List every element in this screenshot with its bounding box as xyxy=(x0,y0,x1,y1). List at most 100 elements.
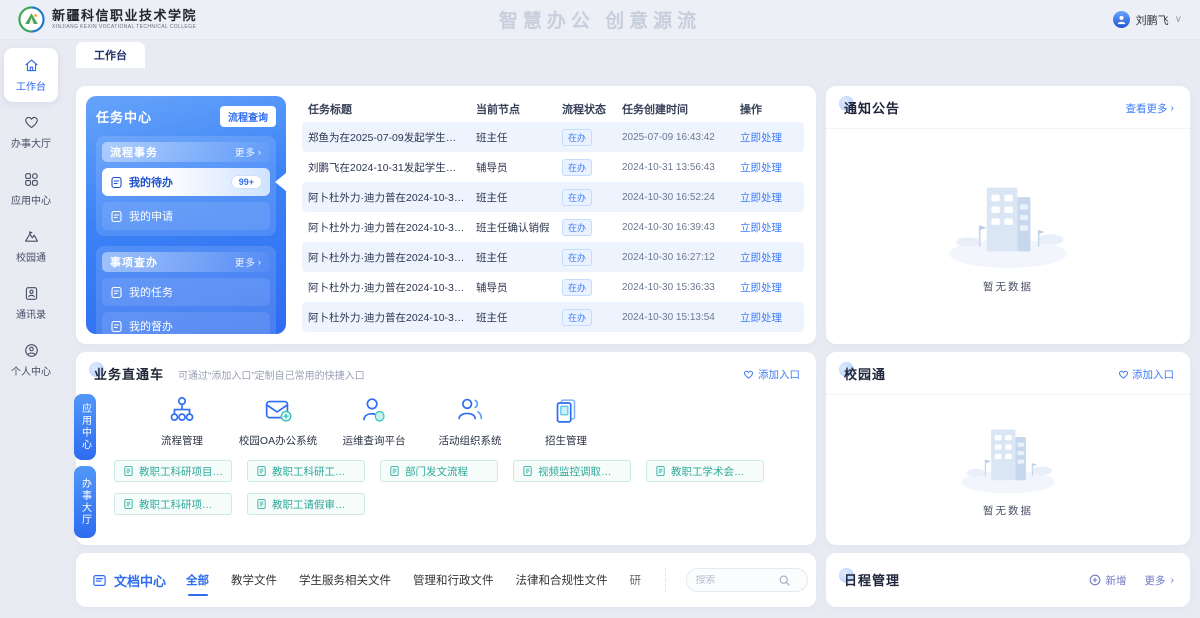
handle-now-link[interactable]: 立即处理 xyxy=(740,160,798,175)
doc-tab-admin[interactable]: 管理和行政文件 xyxy=(413,572,494,588)
handle-now-link[interactable]: 立即处理 xyxy=(740,220,798,235)
table-row[interactable]: 阿卜杜外力·迪力普在2024-10-30发起学生请假审批 班主任 在办 2024… xyxy=(302,302,804,332)
my-todo-item[interactable]: 我的待办 99+ xyxy=(102,168,270,196)
doc-tab-teaching[interactable]: 教学文件 xyxy=(231,572,277,588)
person-circle-icon xyxy=(23,342,40,359)
table-row[interactable]: 阿卜杜外力·迪力普在2024-10-30发起学生请假审批 班主任 在办 2024… xyxy=(302,182,804,212)
campus-icon xyxy=(23,228,40,245)
school-name: 新疆科信职业技术学院 xyxy=(52,9,197,22)
handle-now-link[interactable]: 立即处理 xyxy=(740,190,798,205)
my-tasks-item[interactable]: 我的任务 xyxy=(102,278,270,306)
doc-icon xyxy=(123,498,134,510)
section-title: 流程事务 xyxy=(110,144,158,160)
add-entry-link[interactable]: 添加入口 xyxy=(743,367,800,382)
person-query-icon xyxy=(356,394,392,428)
tab-workbench[interactable]: 工作台 xyxy=(76,42,145,68)
empty-building-illustration xyxy=(924,157,1092,275)
heart-badge-icon xyxy=(23,114,40,131)
user-name: 刘鹏飞 xyxy=(1136,12,1169,28)
my-applications-item[interactable]: 我的申请 xyxy=(102,202,270,230)
quick-link[interactable]: 教职工科研工… xyxy=(247,460,365,482)
app-campus-oa[interactable]: 校园OA办公系统 xyxy=(230,394,326,448)
sidebar-item-workbench[interactable]: 工作台 xyxy=(4,48,58,102)
sidebar-item-app-center[interactable]: 应用中心 xyxy=(4,162,58,216)
doc-tab-research-truncated[interactable]: 研 xyxy=(630,572,645,588)
empty-text: 暂无数据 xyxy=(983,279,1033,294)
quick-link[interactable]: 教职工科研项… xyxy=(114,493,232,515)
sidebar-item-contacts[interactable]: 通讯录 xyxy=(4,276,58,330)
task-list-icon xyxy=(110,286,123,299)
ribbon-app-center[interactable]: 应用中心 xyxy=(74,394,96,460)
search-icon[interactable] xyxy=(778,574,791,587)
user-menu[interactable]: 刘鹏飞 ∨ xyxy=(1113,11,1182,28)
process-transactions-section: 流程事务 更多› 我的待办 99+ 我的申请 xyxy=(96,136,276,236)
my-supervision-item[interactable]: 我的督办 xyxy=(102,312,270,340)
schedule-more-link[interactable]: 更多 xyxy=(1145,573,1166,588)
quick-link[interactable]: 教职工学术会… xyxy=(646,460,764,482)
task-center-title: 任务中心 xyxy=(96,107,152,126)
divider xyxy=(665,568,666,592)
empty-text: 暂无数据 xyxy=(983,503,1033,518)
sidebar-item-label: 个人中心 xyxy=(11,363,51,378)
handle-now-link[interactable]: 立即处理 xyxy=(740,310,798,325)
task-table-header: 任务标题当前节点流程状态任务创建时间操作 xyxy=(302,96,804,122)
apps-grid-icon xyxy=(23,171,40,188)
table-row[interactable]: 阿卜杜外力·迪力普在2024-10-30发起学生请假审批 辅导员 在办 2024… xyxy=(302,272,804,302)
schedule-title: 日程管理 xyxy=(844,573,900,588)
status-badge: 在办 xyxy=(562,189,592,206)
ribbon-service-hall[interactable]: 办事大厅 xyxy=(74,466,96,538)
page-slogan: 智慧办公 创意源流 xyxy=(499,6,701,33)
tab-bar: 工作台 xyxy=(76,40,1190,68)
status-badge: 在办 xyxy=(562,279,592,296)
table-row[interactable]: 阿卜杜外力·迪力普在2024-10-30发起学生请假审批 班主任 在办 2024… xyxy=(302,242,804,272)
quick-link[interactable]: 教职工请假审… xyxy=(247,493,365,515)
sidebar-item-service-hall[interactable]: 办事大厅 xyxy=(4,105,58,159)
quick-link[interactable]: 视频监控调取… xyxy=(513,460,631,482)
add-entry-link[interactable]: 添加入口 xyxy=(1118,367,1174,382)
heart-icon xyxy=(743,369,754,380)
handle-now-link[interactable]: 立即处理 xyxy=(740,280,798,295)
handle-now-link[interactable]: 立即处理 xyxy=(740,130,798,145)
sidebar-item-campus[interactable]: 校园通 xyxy=(4,219,58,273)
view-more-link[interactable]: 查看更多› xyxy=(1126,101,1175,116)
handle-now-link[interactable]: 立即处理 xyxy=(740,250,798,265)
process-query-button[interactable]: 流程查询 xyxy=(220,106,276,127)
chevron-right-icon: › xyxy=(258,257,262,268)
people-icon xyxy=(452,394,488,428)
doc-tab-legal[interactable]: 法律和合规性文件 xyxy=(516,572,608,588)
doc-icon xyxy=(256,465,267,477)
sidebar-item-personal[interactable]: 个人中心 xyxy=(4,333,58,387)
app-process-management[interactable]: 流程管理 xyxy=(134,394,230,448)
table-row[interactable]: 刘鹏飞在2024-10-31发起学生请假审批 辅导员 在办 2024-10-31… xyxy=(302,152,804,182)
table-row[interactable]: 阿卜杜外力·迪力普在2024-10-30发起学生请假审批 班主任确认销假 在办 … xyxy=(302,212,804,242)
search-input[interactable] xyxy=(696,575,774,586)
add-schedule-button[interactable]: 新增 xyxy=(1106,573,1127,588)
doc-icon xyxy=(655,465,666,477)
table-row[interactable]: 郑鱼为在2025-07-09发起学生请假审批 班主任 在办 2025-07-09… xyxy=(302,122,804,152)
doc-center-card: 文档中心 全部 教学文件 学生服务相关文件 管理和行政文件 法律和合规性文件 研 xyxy=(76,553,816,607)
quick-link[interactable]: 教职工科研项目… xyxy=(114,460,232,482)
status-badge: 在办 xyxy=(562,129,592,146)
quick-link[interactable]: 部门发文流程 xyxy=(380,460,498,482)
circle-plus-icon[interactable] xyxy=(1089,574,1101,586)
status-badge: 在办 xyxy=(562,249,592,266)
todo-doc-icon xyxy=(110,176,123,189)
tablet-doc-icon xyxy=(548,394,584,428)
sidebar-item-label: 办事大厅 xyxy=(11,135,51,150)
sidebar-item-label: 通讯录 xyxy=(16,306,46,321)
status-badge: 在办 xyxy=(562,309,592,326)
chevron-right-icon: › xyxy=(1171,574,1175,586)
doc-tab-student-services[interactable]: 学生服务相关文件 xyxy=(299,572,391,588)
empty-building-illustration xyxy=(941,405,1075,499)
doc-tab-all[interactable]: 全部 xyxy=(186,572,209,588)
smart-office-portal: 新疆科信职业技术学院 XINJIANG KEXIN VOCATIONAL TEC… xyxy=(0,0,1200,618)
doc-icon xyxy=(522,465,533,477)
more-link[interactable]: 更多› xyxy=(235,145,262,159)
quick-links: 教职工科研项目… 教职工科研工… 部门发文流程 视频监控调取… 教职工学术会… … xyxy=(76,448,776,515)
app-activity-org[interactable]: 活动组织系统 xyxy=(422,394,518,448)
matters-section: 事项查办 更多› 我的任务 我的督办 xyxy=(96,246,276,346)
more-link[interactable]: 更多› xyxy=(235,255,262,269)
app-ops-query[interactable]: 运维查询平台 xyxy=(326,394,422,448)
schedule-panel: 日程管理 新增 更多 › xyxy=(826,553,1190,607)
app-admissions[interactable]: 招生管理 xyxy=(518,394,614,448)
